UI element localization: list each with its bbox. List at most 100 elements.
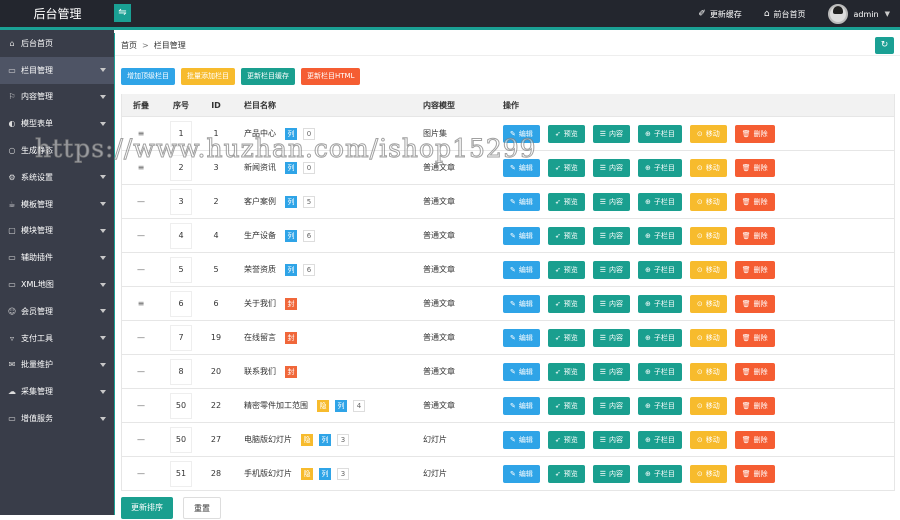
- content-button[interactable]: ☰ 内容: [592, 362, 631, 381]
- preview-button[interactable]: ➶ 预览: [547, 328, 585, 347]
- category-name[interactable]: 荣誉资质: [244, 264, 276, 275]
- sidebar-item-11[interactable]: ▿ 支付工具: [0, 325, 114, 352]
- fold-toggle-icon[interactable]: —: [137, 469, 145, 478]
- breadcrumb-home[interactable]: 首页: [121, 41, 137, 50]
- sort-input[interactable]: 51: [170, 460, 192, 487]
- move-button[interactable]: ⊙ 移动: [689, 192, 727, 211]
- reset-button[interactable]: 重置: [183, 497, 221, 519]
- fold-toggle-icon[interactable]: —: [137, 265, 145, 274]
- add-top-category-button[interactable]: 增加顶级栏目: [121, 68, 175, 85]
- category-name[interactable]: 精密零件加工范围: [244, 400, 308, 411]
- edit-button[interactable]: ✎ 编辑: [503, 192, 540, 211]
- delete-button[interactable]: 🗑 删除: [734, 124, 775, 143]
- edit-button[interactable]: ✎ 编辑: [503, 124, 540, 143]
- sidebar-item-0[interactable]: ⌂ 后台首页: [0, 30, 114, 57]
- update-category-cache-button[interactable]: 更新栏目缓存: [241, 68, 295, 85]
- fold-toggle-icon[interactable]: —: [137, 231, 145, 240]
- move-button[interactable]: ⊙ 移动: [689, 464, 727, 483]
- fold-toggle-icon[interactable]: ≡: [138, 163, 145, 172]
- preview-button[interactable]: ➶ 预览: [547, 294, 585, 313]
- content-button[interactable]: ☰ 内容: [592, 260, 631, 279]
- sidebar-item-9[interactable]: ▭ XML地图: [0, 271, 114, 298]
- move-button[interactable]: ⊙ 移动: [689, 260, 727, 279]
- category-name[interactable]: 手机版幻灯片: [244, 468, 292, 479]
- content-button[interactable]: ☰ 内容: [592, 192, 631, 211]
- category-name[interactable]: 客户案例: [244, 196, 276, 207]
- edit-button[interactable]: ✎ 编辑: [503, 396, 540, 415]
- category-name[interactable]: 电脑版幻灯片: [244, 434, 292, 445]
- preview-button[interactable]: ➶ 预览: [547, 464, 585, 483]
- edit-button[interactable]: ✎ 编辑: [503, 294, 540, 313]
- subcategory-button[interactable]: ⊕ 子栏目: [638, 260, 682, 279]
- edit-button[interactable]: ✎ 编辑: [503, 430, 540, 449]
- sort-input[interactable]: 50: [170, 392, 192, 419]
- sort-input[interactable]: 6: [170, 290, 192, 317]
- delete-button[interactable]: 🗑 删除: [734, 158, 775, 177]
- subcategory-button[interactable]: ⊕ 子栏目: [638, 158, 682, 177]
- edit-button[interactable]: ✎ 编辑: [503, 226, 540, 245]
- sidebar-item-10[interactable]: ☺ 会员管理: [0, 298, 114, 325]
- delete-button[interactable]: 🗑 删除: [734, 396, 775, 415]
- sort-input[interactable]: 50: [170, 426, 192, 453]
- subcategory-button[interactable]: ⊕ 子栏目: [638, 124, 682, 143]
- fold-toggle-icon[interactable]: ≡: [138, 299, 145, 308]
- update-cache-link[interactable]: ✐ 更新缓存: [698, 9, 742, 20]
- delete-button[interactable]: 🗑 删除: [734, 362, 775, 381]
- content-button[interactable]: ☰ 内容: [592, 430, 631, 449]
- edit-button[interactable]: ✎ 编辑: [503, 328, 540, 347]
- sidebar-item-14[interactable]: ▭ 增值服务: [0, 405, 114, 432]
- category-name[interactable]: 新闻资讯: [244, 162, 276, 173]
- preview-button[interactable]: ➶ 预览: [547, 226, 585, 245]
- edit-button[interactable]: ✎ 编辑: [503, 362, 540, 381]
- content-button[interactable]: ☰ 内容: [592, 158, 631, 177]
- user-menu[interactable]: admin ▼: [827, 4, 890, 24]
- preview-button[interactable]: ➶ 预览: [547, 430, 585, 449]
- sidebar-item-4[interactable]: ○ 生成静态: [0, 137, 114, 164]
- subcategory-button[interactable]: ⊕ 子栏目: [638, 464, 682, 483]
- subcategory-button[interactable]: ⊕ 子栏目: [638, 226, 682, 245]
- delete-button[interactable]: 🗑 删除: [734, 192, 775, 211]
- fold-toggle-icon[interactable]: —: [137, 367, 145, 376]
- subcategory-button[interactable]: ⊕ 子栏目: [638, 192, 682, 211]
- move-button[interactable]: ⊙ 移动: [689, 430, 727, 449]
- sidebar-item-5[interactable]: ⚙ 系统设置: [0, 164, 114, 191]
- preview-button[interactable]: ➶ 预览: [547, 192, 585, 211]
- subcategory-button[interactable]: ⊕ 子栏目: [638, 294, 682, 313]
- move-button[interactable]: ⊙ 移动: [689, 396, 727, 415]
- fold-toggle-icon[interactable]: —: [137, 333, 145, 342]
- preview-button[interactable]: ➶ 预览: [547, 124, 585, 143]
- sidebar-item-13[interactable]: ☁ 采集管理: [0, 378, 114, 405]
- move-button[interactable]: ⊙ 移动: [689, 158, 727, 177]
- category-name[interactable]: 产品中心: [244, 128, 276, 139]
- refresh-button[interactable]: ↻: [875, 37, 894, 54]
- sidebar-item-3[interactable]: ◐ 模型表单: [0, 110, 114, 137]
- fold-toggle-icon[interactable]: —: [137, 401, 145, 410]
- move-button[interactable]: ⊙ 移动: [689, 124, 727, 143]
- category-name[interactable]: 联系我们: [244, 366, 276, 377]
- category-name[interactable]: 关于我们: [244, 298, 276, 309]
- delete-button[interactable]: 🗑 删除: [734, 226, 775, 245]
- frontend-home-link[interactable]: ⌂ 前台首页: [764, 9, 806, 20]
- preview-button[interactable]: ➶ 预览: [547, 362, 585, 381]
- fold-toggle-icon[interactable]: —: [137, 197, 145, 206]
- category-name[interactable]: 生产设备: [244, 230, 276, 241]
- content-button[interactable]: ☰ 内容: [592, 226, 631, 245]
- subcategory-button[interactable]: ⊕ 子栏目: [638, 430, 682, 449]
- content-button[interactable]: ☰ 内容: [592, 124, 631, 143]
- category-name[interactable]: 在线留言: [244, 332, 276, 343]
- fold-toggle-icon[interactable]: ≡: [138, 129, 145, 138]
- update-sort-button[interactable]: 更新排序: [121, 497, 173, 519]
- preview-button[interactable]: ➶ 预览: [547, 260, 585, 279]
- sort-input[interactable]: 1: [170, 120, 192, 147]
- sort-input[interactable]: 2: [170, 154, 192, 181]
- sidebar-item-2[interactable]: ⚐ 内容管理: [0, 84, 114, 111]
- move-button[interactable]: ⊙ 移动: [689, 362, 727, 381]
- sidebar-item-7[interactable]: ▢ 模块管理: [0, 218, 114, 245]
- content-button[interactable]: ☰ 内容: [592, 464, 631, 483]
- edit-button[interactable]: ✎ 编辑: [503, 158, 540, 177]
- delete-button[interactable]: 🗑 删除: [734, 464, 775, 483]
- content-button[interactable]: ☰ 内容: [592, 294, 631, 313]
- subcategory-button[interactable]: ⊕ 子栏目: [638, 362, 682, 381]
- delete-button[interactable]: 🗑 删除: [734, 328, 775, 347]
- sidebar-item-6[interactable]: ☕ 模板管理: [0, 191, 114, 218]
